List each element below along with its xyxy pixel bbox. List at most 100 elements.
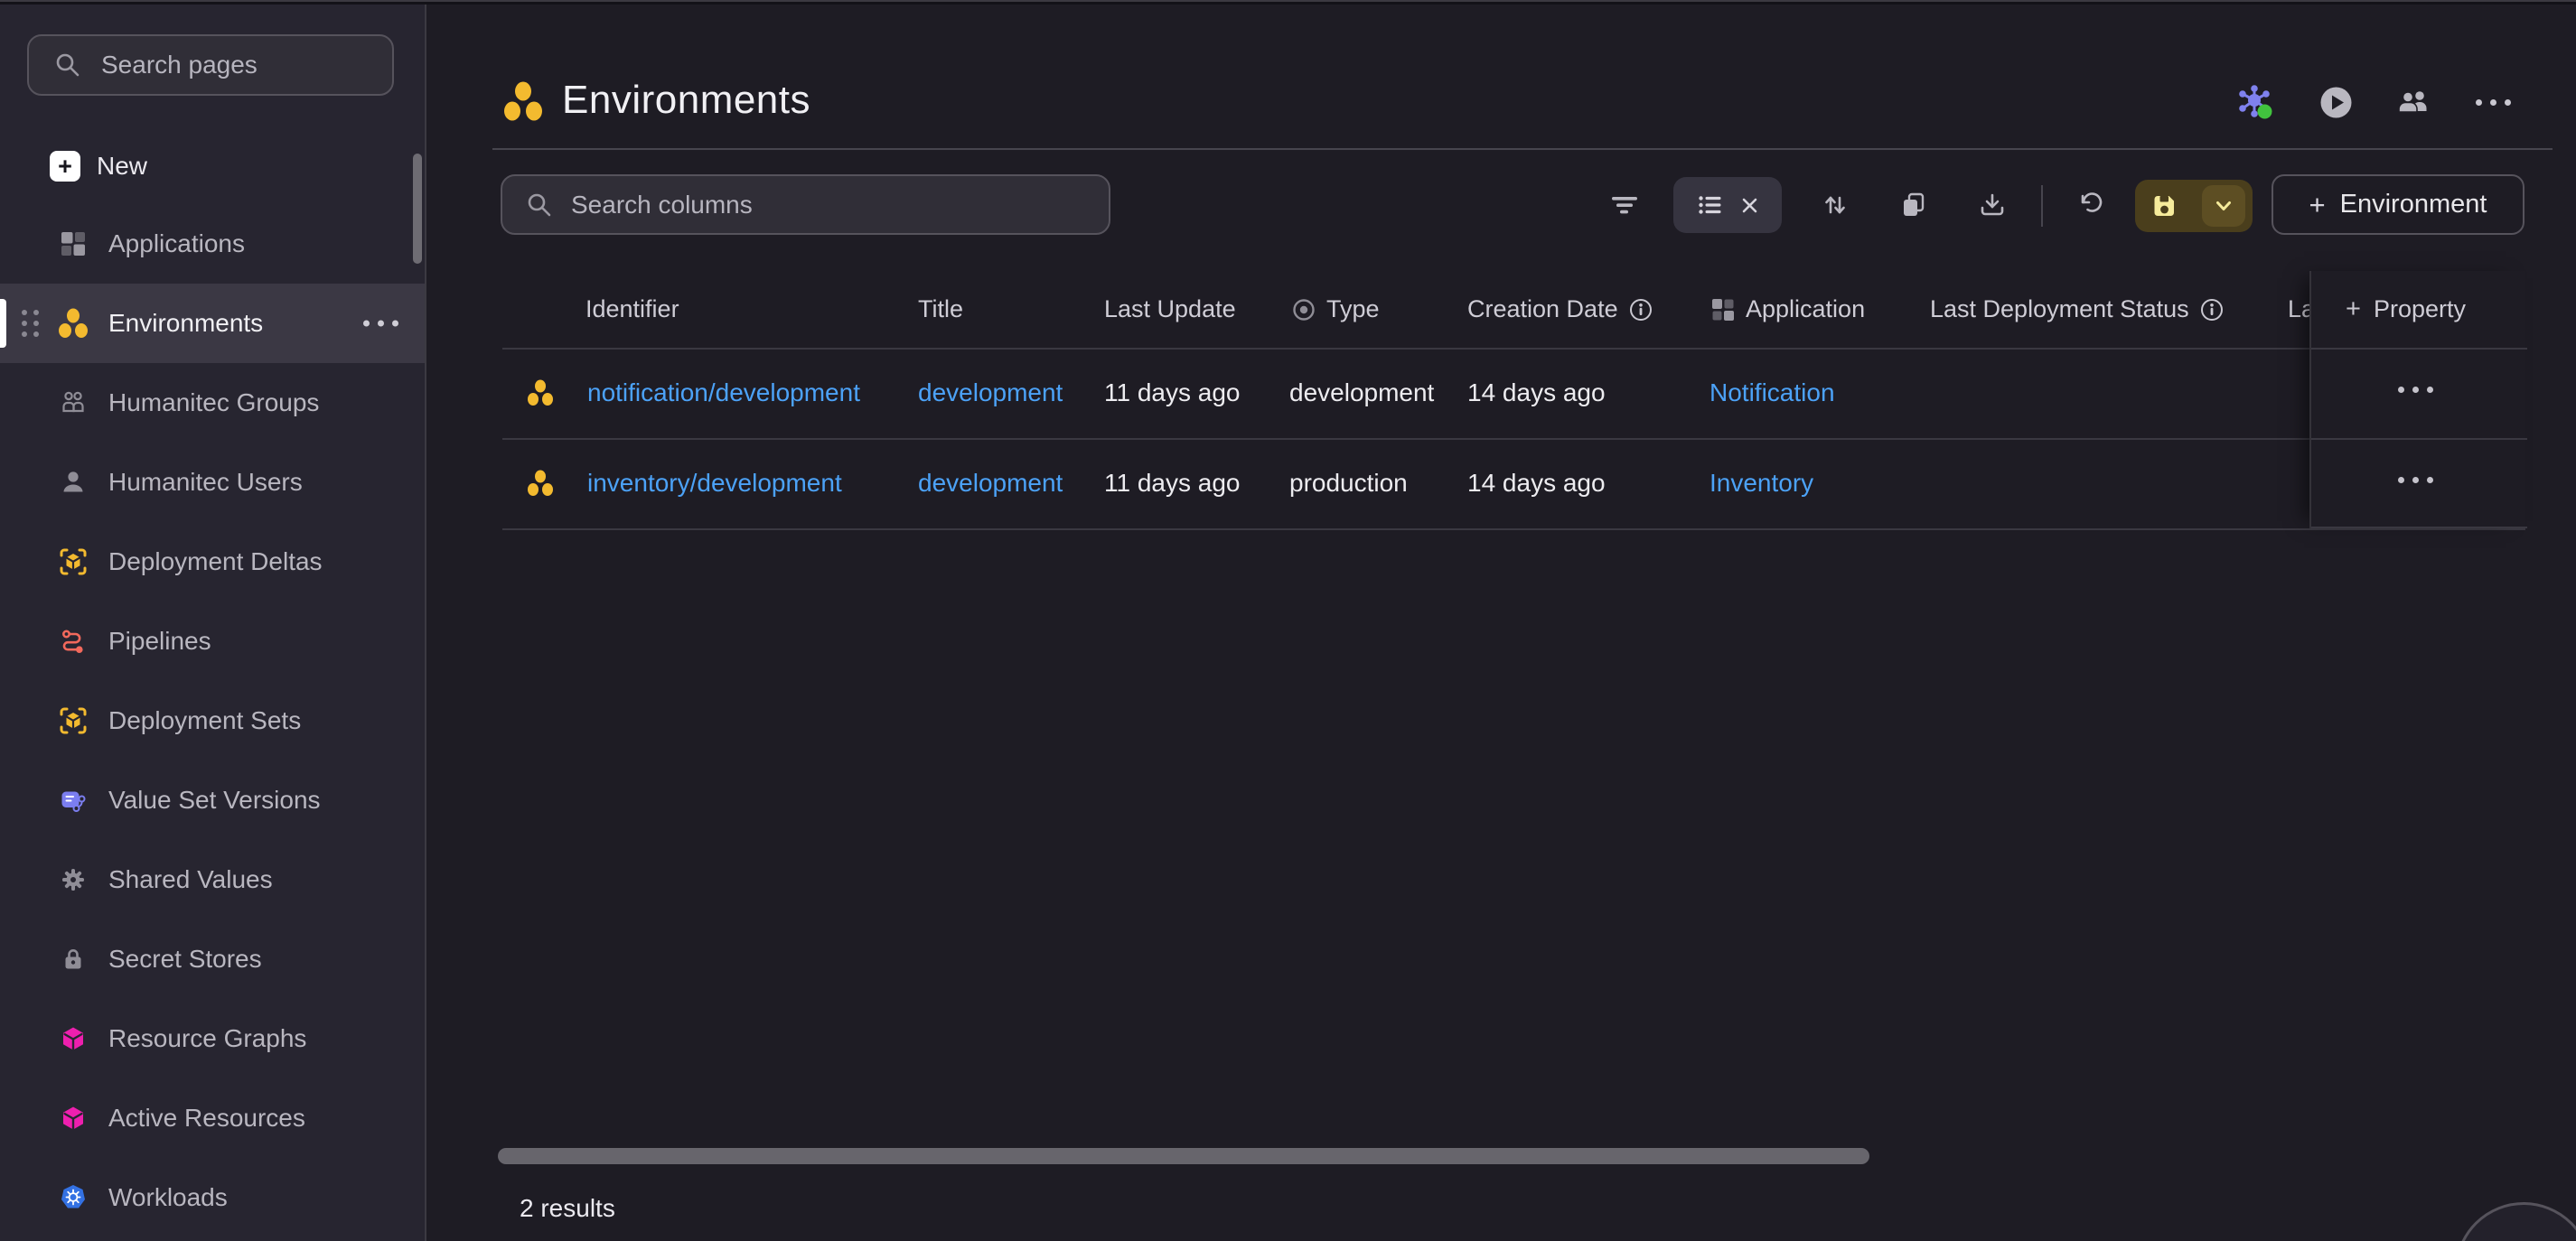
- copy-icon[interactable]: [1888, 180, 1939, 230]
- selected-indicator: [0, 299, 6, 348]
- environment-row-icon: [527, 348, 554, 438]
- application-link[interactable]: Inventory: [1710, 438, 1813, 528]
- lock-icon: [58, 944, 89, 975]
- title-link[interactable]: development: [918, 348, 1063, 438]
- sidebar-item-value-set-versions[interactable]: Value Set Versions: [0, 760, 425, 840]
- sidebar-item-label: Deployment Sets: [108, 706, 301, 735]
- sidebar-item-secret-stores[interactable]: Secret Stores: [0, 919, 425, 999]
- column-search-input[interactable]: Search columns: [501, 174, 1110, 235]
- table-border: [2311, 527, 2527, 528]
- plus-square-icon: +: [50, 151, 80, 182]
- creation-date-value: 14 days ago: [1467, 348, 1606, 438]
- creation-date-value: 14 days ago: [1467, 438, 1606, 528]
- column-header-lds-label: Last Deployment Status: [1930, 295, 2189, 323]
- table-row[interactable]: inventory/development development 11 day…: [502, 438, 2525, 528]
- help-button[interactable]: ?: [2455, 1202, 2576, 1241]
- deployment-cube-icon: [58, 705, 89, 736]
- application-link[interactable]: Notification: [1710, 348, 1835, 438]
- sidebar-item-label: Secret Stores: [108, 945, 262, 974]
- sidebar-item-humanitec-groups[interactable]: Humanitec Groups: [0, 363, 425, 443]
- save-dropdown-button[interactable]: [2202, 185, 2245, 227]
- sidebar-item-label: Humanitec Users: [108, 468, 303, 497]
- sidebar-divider: [425, 5, 426, 1241]
- results-count: 2 results: [520, 1194, 615, 1223]
- applications-grid-icon: [58, 229, 89, 259]
- undo-icon[interactable]: [2064, 180, 2114, 230]
- plus-icon: +: [2346, 296, 2361, 322]
- sidebar-item-humanitec-users[interactable]: Humanitec Users: [0, 443, 425, 522]
- type-value: development: [1289, 348, 1434, 438]
- info-icon[interactable]: [2200, 298, 2224, 322]
- gear-icon: [58, 864, 89, 895]
- sidebar-item-deployment-deltas[interactable]: Deployment Deltas: [0, 522, 425, 602]
- column-header-type[interactable]: Type: [1292, 271, 1380, 348]
- last-update-value: 11 days ago: [1104, 348, 1241, 438]
- sidebar-item-label: Active Resources: [108, 1104, 305, 1133]
- table-row[interactable]: notification/development development 11 …: [502, 348, 2525, 438]
- table-border: [2311, 348, 2527, 350]
- sidebar-item-label: Pipelines: [108, 627, 211, 656]
- radio-icon: [1292, 298, 1316, 322]
- filter-icon[interactable]: [1599, 180, 1650, 230]
- environments-more-button[interactable]: [363, 321, 398, 327]
- column-header-last-deployment-status[interactable]: Last Deployment Status: [1930, 271, 2224, 348]
- sidebar-item-workloads[interactable]: Workloads: [0, 1158, 425, 1237]
- column-search-placeholder: Search columns: [571, 191, 753, 219]
- sidebar-item-label: Resource Graphs: [108, 1024, 306, 1053]
- list-view-icon[interactable]: [1697, 191, 1724, 219]
- page-title: Environments: [562, 78, 810, 123]
- sidebar-item-active-resources[interactable]: Active Resources: [0, 1078, 425, 1158]
- title-link[interactable]: development: [918, 438, 1063, 528]
- save-view-button[interactable]: [2135, 180, 2253, 232]
- column-header-title[interactable]: Title: [918, 271, 963, 348]
- add-property-button[interactable]: + Property: [2346, 271, 2466, 348]
- sidebar-item-applications[interactable]: Applications: [0, 204, 425, 284]
- play-icon[interactable]: [2319, 86, 2353, 119]
- table-header-row: Identifier Title Last Update Type Creati…: [502, 271, 2525, 348]
- info-icon[interactable]: [1629, 298, 1653, 322]
- sidebar-item-pipelines[interactable]: Pipelines: [0, 602, 425, 681]
- more-menu-icon[interactable]: [2472, 94, 2514, 110]
- applications-grid-icon: [1711, 298, 1735, 322]
- identifier-link[interactable]: notification/development: [587, 348, 860, 438]
- sidebar-item-deployment-sets[interactable]: Deployment Sets: [0, 681, 425, 760]
- sidebar-scrollbar-thumb[interactable]: [413, 154, 422, 264]
- sidebar-search-input[interactable]: Search pages: [27, 34, 394, 96]
- view-toggle-group[interactable]: [1673, 177, 1782, 233]
- drag-handle-icon[interactable]: [22, 310, 39, 337]
- environments-dots-icon: [502, 81, 544, 123]
- sidebar-item-label: Value Set Versions: [108, 786, 321, 815]
- sidebar-item-label: Humanitec Groups: [108, 388, 319, 417]
- graph-status-icon[interactable]: [2235, 83, 2275, 121]
- download-icon[interactable]: [1967, 180, 2018, 230]
- resource-cube-icon: [58, 1023, 89, 1054]
- sort-icon[interactable]: [1810, 180, 1860, 230]
- add-environment-button[interactable]: + Environment: [2272, 174, 2524, 235]
- row-actions-button[interactable]: [2398, 477, 2433, 483]
- user-group-icon: [58, 387, 89, 418]
- header-divider: [492, 148, 2553, 150]
- users-icon[interactable]: [2396, 89, 2432, 117]
- last-update-value: 11 days ago: [1104, 438, 1241, 528]
- toolbar-separator: [2041, 185, 2043, 227]
- column-header-creation-date[interactable]: Creation Date: [1467, 271, 1653, 348]
- sidebar-item-label: Deployment Deltas: [108, 547, 323, 576]
- sidebar-item-environments[interactable]: Environments: [0, 284, 425, 363]
- clear-view-icon[interactable]: [1740, 196, 1759, 215]
- new-page-button[interactable]: + New: [0, 140, 425, 192]
- table-border: [502, 528, 2525, 530]
- resource-cube-icon: [58, 1103, 89, 1134]
- pipeline-icon: [58, 626, 89, 657]
- sidebar-item-shared-values[interactable]: Shared Values: [0, 840, 425, 919]
- value-set-icon: [58, 785, 89, 816]
- sidebar-item-label: Shared Values: [108, 865, 273, 894]
- sidebar-item-resource-graphs[interactable]: Resource Graphs: [0, 999, 425, 1078]
- row-actions-button[interactable]: [2398, 387, 2433, 393]
- column-header-creation-date-label: Creation Date: [1467, 295, 1618, 323]
- horizontal-scrollbar-thumb[interactable]: [498, 1148, 1869, 1164]
- column-header-identifier[interactable]: Identifier: [585, 271, 679, 348]
- column-header-application[interactable]: Application: [1711, 271, 1865, 348]
- deployment-cube-icon: [58, 546, 89, 577]
- column-header-last-update[interactable]: Last Update: [1104, 271, 1236, 348]
- identifier-link[interactable]: inventory/development: [587, 438, 842, 528]
